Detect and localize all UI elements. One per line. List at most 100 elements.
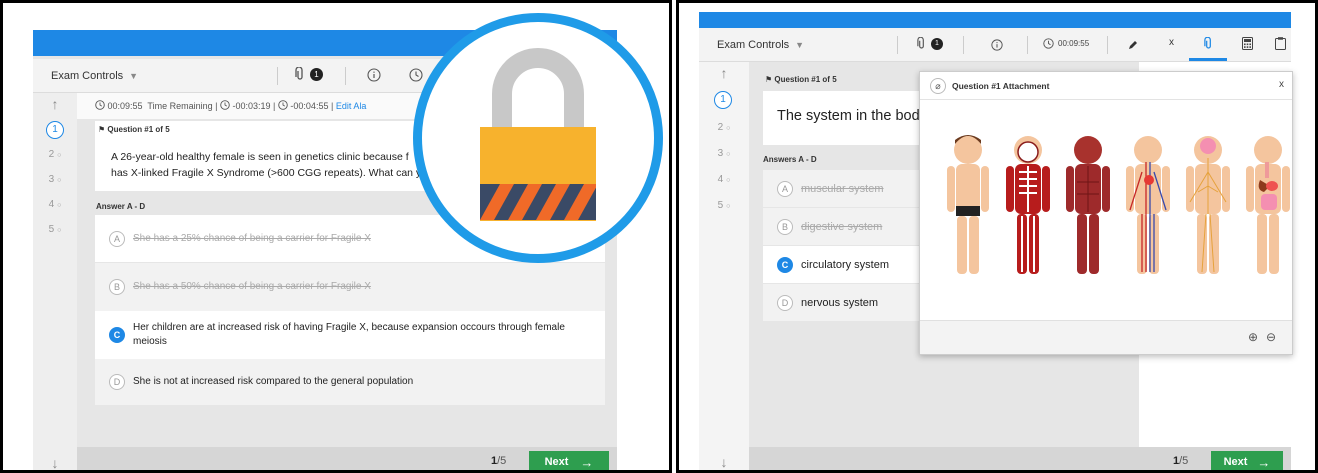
nav-question-3[interactable]: 3 ○ bbox=[33, 174, 77, 185]
answer-option-d[interactable]: Dnervous system bbox=[763, 284, 923, 321]
answer-letter: B bbox=[109, 279, 125, 295]
answer-text: She has a 50% chance of being a carrier … bbox=[133, 281, 371, 292]
timer-value: 00:09:55 bbox=[1058, 39, 1090, 48]
attachment-title: Question #1 Attachment bbox=[952, 81, 1050, 91]
top-blue-bar bbox=[699, 12, 1291, 28]
arrow-right-icon: → bbox=[1257, 454, 1271, 470]
arrow-right-icon: → bbox=[580, 454, 594, 470]
attachments-count-badge: 1 bbox=[310, 67, 323, 81]
separator: | bbox=[273, 101, 276, 111]
nav-question-3[interactable]: 3 ○ bbox=[699, 148, 749, 159]
answer-option-c[interactable]: Ccirculatory system bbox=[763, 246, 923, 283]
zoom-in-button[interactable]: ⊕ bbox=[1248, 330, 1258, 344]
exam-controls-label: Exam Controls bbox=[717, 39, 790, 51]
arrow-down-icon[interactable]: ↓ bbox=[699, 454, 749, 470]
nav-number: 4 bbox=[48, 199, 55, 210]
answers-label: Answer A - D bbox=[96, 202, 146, 211]
next-label: Next bbox=[544, 456, 569, 468]
nav-number: 5 bbox=[717, 200, 724, 211]
calculator-icon bbox=[1242, 37, 1253, 50]
attachment-tab[interactable] bbox=[1204, 36, 1213, 55]
footer-bar: 1/5 Next → bbox=[749, 447, 1291, 470]
arrow-up-icon[interactable]: ↑ bbox=[33, 96, 77, 112]
next-label: Next bbox=[1223, 456, 1248, 468]
attachment-header: ⌀ Question #1 Attachment x bbox=[920, 72, 1292, 100]
clock-icon bbox=[278, 100, 288, 110]
paperclip-icon bbox=[1204, 36, 1211, 49]
info-button[interactable] bbox=[367, 68, 381, 87]
notepad-button[interactable] bbox=[1275, 37, 1286, 55]
answer-text: muscular system bbox=[801, 182, 884, 195]
answer-option-c[interactable]: C Her children are at increased risk of h… bbox=[95, 311, 605, 359]
exam-controls-dropdown[interactable]: Exam Controls ▼ bbox=[717, 39, 804, 51]
footer-bar: 1/5 Next → bbox=[77, 447, 617, 470]
exam-controls-dropdown[interactable]: Exam Controls ▼ bbox=[51, 70, 138, 82]
answer-letter: A bbox=[777, 180, 793, 197]
lock-icon bbox=[480, 48, 596, 221]
clock-icon bbox=[1043, 38, 1054, 49]
question-time: -00:04:55 bbox=[290, 101, 329, 111]
answer-option-b[interactable]: Bdigestive system bbox=[763, 208, 923, 245]
figure-skin bbox=[947, 135, 989, 274]
arrow-down-icon[interactable]: ↓ bbox=[33, 455, 77, 470]
nav-question-5[interactable]: 5 ○ bbox=[33, 224, 77, 235]
figure-circulatory bbox=[1126, 136, 1170, 274]
stopwatch-icon bbox=[95, 100, 105, 110]
question-text: A 26-year-old healthy female is seen in … bbox=[111, 149, 421, 181]
figure-digestive bbox=[1246, 136, 1290, 274]
info-button[interactable] bbox=[991, 38, 1003, 56]
question-nav-sidebar: ↑ 1 2 ○ 3 ○ 4 ○ 5 ○ ↓ bbox=[699, 62, 749, 470]
nav-number: 3 bbox=[717, 148, 724, 159]
timer-button[interactable]: 00:09:55 bbox=[1043, 38, 1089, 49]
pager: 1/5 bbox=[1173, 455, 1188, 467]
exam-controls-label: Exam Controls bbox=[51, 70, 124, 82]
answer-option-d[interactable]: D She is not at increased risk compared t… bbox=[95, 359, 605, 405]
answer-text: circulatory system bbox=[801, 258, 890, 271]
nav-question-1[interactable]: 1 bbox=[46, 121, 64, 139]
divider bbox=[345, 67, 346, 85]
question-number-label: Question #1 of 5 bbox=[107, 125, 170, 134]
clock-icon bbox=[409, 68, 423, 82]
attachments-button[interactable]: 1 bbox=[917, 37, 943, 50]
clock-button[interactable] bbox=[409, 68, 423, 87]
edit-alarm-link[interactable]: Edit Ala bbox=[336, 101, 367, 111]
nav-question-2[interactable]: 2 ○ bbox=[699, 122, 749, 133]
attachment-footer: ⊕ ⊖ bbox=[920, 320, 1292, 354]
zoom-out-button[interactable]: ⊖ bbox=[1266, 330, 1276, 344]
nav-question-4[interactable]: 4 ○ bbox=[33, 199, 77, 210]
divider bbox=[1027, 36, 1028, 54]
flag-icon[interactable]: ⚑ bbox=[98, 125, 105, 134]
pencil-button[interactable] bbox=[1127, 38, 1139, 56]
nav-question-5[interactable]: 5 ○ bbox=[699, 200, 749, 211]
answer-option-a[interactable]: Amuscular system bbox=[763, 170, 923, 207]
answer-text: nervous system bbox=[801, 296, 879, 309]
figure-muscular bbox=[1066, 136, 1110, 274]
attachment-close-button[interactable]: x bbox=[1279, 79, 1284, 90]
arrow-up-icon[interactable]: ↑ bbox=[699, 65, 749, 81]
answer-text: digestive system bbox=[801, 220, 883, 233]
next-button[interactable]: Next → bbox=[529, 451, 609, 470]
answer-option-b[interactable]: B She has a 50% chance of being a carrier… bbox=[95, 263, 605, 311]
flag-icon[interactable]: ⚑ bbox=[765, 75, 772, 84]
answer-letter: D bbox=[109, 374, 125, 390]
question-text-line: has X-linked Fragile X Syndrome (>600 CG… bbox=[111, 167, 422, 179]
attachments-button[interactable]: 1 bbox=[295, 67, 323, 81]
calculator-button[interactable] bbox=[1242, 37, 1253, 55]
pager-total: /5 bbox=[1179, 455, 1189, 467]
nav-question-1[interactable]: 1 bbox=[714, 91, 732, 109]
divider bbox=[277, 67, 278, 85]
figure-skeleton bbox=[1006, 136, 1050, 274]
nav-question-2[interactable]: 2 ○ bbox=[33, 149, 77, 160]
nav-question-4[interactable]: 4 ○ bbox=[699, 174, 749, 185]
active-tab-indicator bbox=[1189, 58, 1227, 61]
next-button[interactable]: Next → bbox=[1211, 451, 1283, 470]
left-screenshot-panel: Exam Controls ▼ 1 ↑ 1 2 ○ 3 ○ 4 ○ 5 ○ ↓ 00:09… bbox=[0, 0, 672, 473]
status-dot: ○ bbox=[57, 177, 62, 184]
answer-letter-selected: C bbox=[109, 327, 125, 343]
info-icon bbox=[991, 39, 1003, 51]
nav-number: 5 bbox=[48, 224, 55, 235]
attachments-count-badge: 1 bbox=[931, 37, 943, 50]
pencil-icon bbox=[1129, 41, 1137, 49]
close-button[interactable]: x bbox=[1169, 37, 1174, 48]
chevron-down-icon: ▼ bbox=[129, 71, 139, 81]
